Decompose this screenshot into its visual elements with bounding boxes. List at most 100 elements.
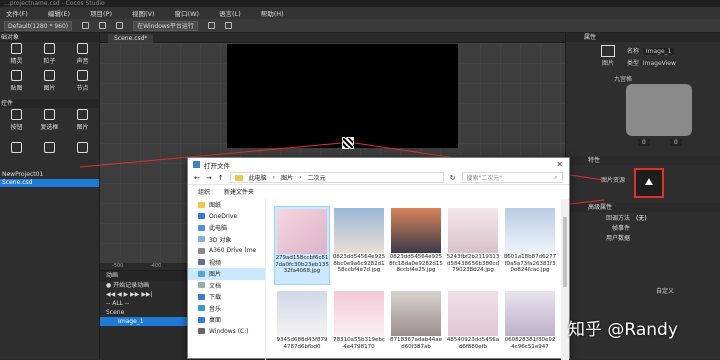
file-thumbnail <box>391 208 441 253</box>
object-image[interactable]: 图片 <box>33 69 66 93</box>
tree-project[interactable]: NewProject01 <box>0 171 99 179</box>
custom-label: 自定义 <box>656 288 675 295</box>
resolution-select[interactable]: Default(1280 * 960) <box>4 20 73 31</box>
number-icon <box>44 141 55 153</box>
open-file-dialog: 打开文件 ✕ ← → ↑ 此电脑 › 图片 › 二次元 ↻ 搜索"二次元" ⌕ 组织 … <box>187 157 570 360</box>
refresh-icon[interactable]: ↻ <box>450 174 456 182</box>
file-item[interactable]: 5243fbf2b2119313d58438656b380cd790238d24… <box>445 206 501 285</box>
ruler-tick-label: -500 <box>112 263 124 269</box>
file-thumbnail <box>277 209 327 254</box>
control-image[interactable]: 图片 <box>66 108 99 132</box>
nav-item-downloads[interactable]: 下载 <box>188 291 265 303</box>
tree-scene[interactable]: Scene.csd <box>0 179 99 187</box>
file-thumbnail <box>391 291 441 337</box>
object-node[interactable]: 节点 <box>66 69 99 93</box>
menu-file[interactable]: 文件(F) <box>6 8 28 18</box>
nav-item-this-pc[interactable]: 此电脑 <box>188 222 265 234</box>
file-thumbnail <box>505 208 555 253</box>
menu-window[interactable]: 窗口(W) <box>175 8 200 18</box>
control-checkbox[interactable]: 复选框 <box>33 108 66 132</box>
object-sprite[interactable]: 精灵 <box>0 42 33 66</box>
properties-header: 属性 <box>566 33 720 42</box>
callback-row: 回调方法 (无) <box>605 213 647 222</box>
cloud-icon <box>198 213 205 220</box>
search-input[interactable]: 搜索"二次元" ⌕ <box>461 172 563 183</box>
organize-button[interactable]: 组织 <box>198 187 210 196</box>
nav-item-desktop[interactable]: 桌面 <box>188 314 265 326</box>
nav-item-documents[interactable]: 文档 <box>188 280 265 292</box>
image-resource-slot[interactable]: ⛰ <box>634 168 664 198</box>
run-target-select[interactable]: 在Windows平台运行 <box>133 20 198 31</box>
menu-edit[interactable]: 编辑(E) <box>48 8 70 18</box>
toolbar: Default(1280 * 960) 在Windows平台运行 <box>0 19 720 33</box>
window-title: ...projectname.csd - Cocos Studio <box>0 0 720 7</box>
checkbox-icon <box>44 109 55 120</box>
new-folder-button[interactable]: 新建文件夹 <box>224 187 254 196</box>
file-thumbnail <box>277 291 327 337</box>
object-sound[interactable]: 声音 <box>66 42 99 66</box>
file-item[interactable]: 48540923dd5456ad6f880efb <box>445 289 501 360</box>
hand-tool-icon[interactable] <box>207 22 215 29</box>
callback-select[interactable]: (无) <box>636 213 647 222</box>
basic-objects-header: 础对象 <box>0 33 99 42</box>
ruler-tick-label: -400 <box>150 263 162 269</box>
nine-value-left[interactable]: 0 <box>638 139 650 146</box>
drive-icon <box>198 247 205 254</box>
sprite-icon <box>11 43 22 54</box>
nav-item-pictures[interactable]: 图片 <box>188 268 265 280</box>
tilemap-icon <box>11 70 22 81</box>
file-item[interactable]: 78310a55b319ebc4e4798170 <box>331 289 387 360</box>
scene-tabbar: Scene.csd* <box>100 33 565 43</box>
file-item[interactable]: 8601a18b87d6277f0a5a73fa26381f30e824fcac… <box>502 206 558 285</box>
menu-view[interactable]: 视图(V) <box>132 8 155 18</box>
nav-item-c-drive[interactable]: Windows (C:) <box>188 326 265 338</box>
search-icon: ⌕ <box>554 173 558 181</box>
scene-viewport[interactable] <box>227 44 458 148</box>
publish-icon[interactable] <box>99 22 107 29</box>
nine-value-right[interactable]: 0 <box>670 139 682 146</box>
nine-patch-section: 九宫格 0 0 <box>566 70 720 148</box>
file-item[interactable]: 060828381f30e924c96c51e947 <box>502 289 558 360</box>
menu-language[interactable]: 语言(L) <box>219 8 241 18</box>
image-icon <box>77 109 88 120</box>
nav-item-onedrive[interactable]: OneDrive <box>188 211 265 223</box>
properties-panel: 属性 图片 名称 Image_1 类型 ImageView 九宫格 0 0 特性… <box>565 33 720 359</box>
settings-icon[interactable] <box>116 22 124 29</box>
address-bar[interactable]: 此电脑 › 图片 › 二次元 <box>229 172 444 183</box>
nav-item-videos[interactable]: 视频 <box>188 257 265 269</box>
feature-section[interactable]: 特性 <box>566 156 720 165</box>
back-icon[interactable]: ← <box>194 174 200 182</box>
align-icon[interactable] <box>224 22 232 29</box>
advanced-section[interactable]: 高级属性 <box>566 203 720 212</box>
file-item[interactable]: 0823dd54564e9258bc0e9a6c9282d158ccbf4e7d… <box>331 206 387 285</box>
menu-project[interactable]: 项目(P) <box>90 8 112 18</box>
tab-scene[interactable]: Scene.csd* <box>108 34 154 43</box>
name-field[interactable]: Image_1 <box>642 47 675 55</box>
menu-help[interactable]: 帮助(H) <box>261 8 284 18</box>
nav-item-a360[interactable]: A360 Drive (me <box>188 245 265 257</box>
control-slider[interactable] <box>0 135 33 159</box>
file-item[interactable]: 0823dd54564e9258fc18da0e9282d158ccbf4e25… <box>388 206 444 285</box>
up-icon[interactable]: ↑ <box>218 174 224 182</box>
play-icon[interactable] <box>82 22 90 29</box>
image-type-icon <box>601 45 615 57</box>
control-text[interactable] <box>66 135 99 159</box>
nav-item-3d[interactable]: 3D 对象 <box>188 234 265 246</box>
file-item[interactable]: 9345d688d43f8794787d6bfbd0 <box>274 289 330 360</box>
nav-item-music[interactable]: 音乐 <box>188 303 265 315</box>
sound-icon <box>77 43 88 54</box>
image-node-handle[interactable] <box>342 137 354 149</box>
file-item[interactable]: 8718367adab44aed60f387ab <box>388 289 444 360</box>
file-thumbnail <box>448 208 498 253</box>
nine-patch-preview[interactable] <box>626 84 692 136</box>
dialog-app-icon <box>193 161 200 168</box>
object-tilemap[interactable]: 贴图 <box>0 69 33 93</box>
scroll-thumb[interactable] <box>563 217 567 287</box>
forward-icon[interactable]: → <box>206 174 212 182</box>
nav-item-drawings[interactable]: 图纸 <box>188 199 265 211</box>
close-icon[interactable]: ✕ <box>556 160 563 169</box>
file-item[interactable]: 279ad158ccbf6c817da0fc30b23eb13532fa4068… <box>274 206 330 286</box>
control-button[interactable]: 按钮 <box>0 108 33 132</box>
object-particle[interactable]: 粒子 <box>33 42 66 66</box>
control-number[interactable] <box>33 135 66 159</box>
